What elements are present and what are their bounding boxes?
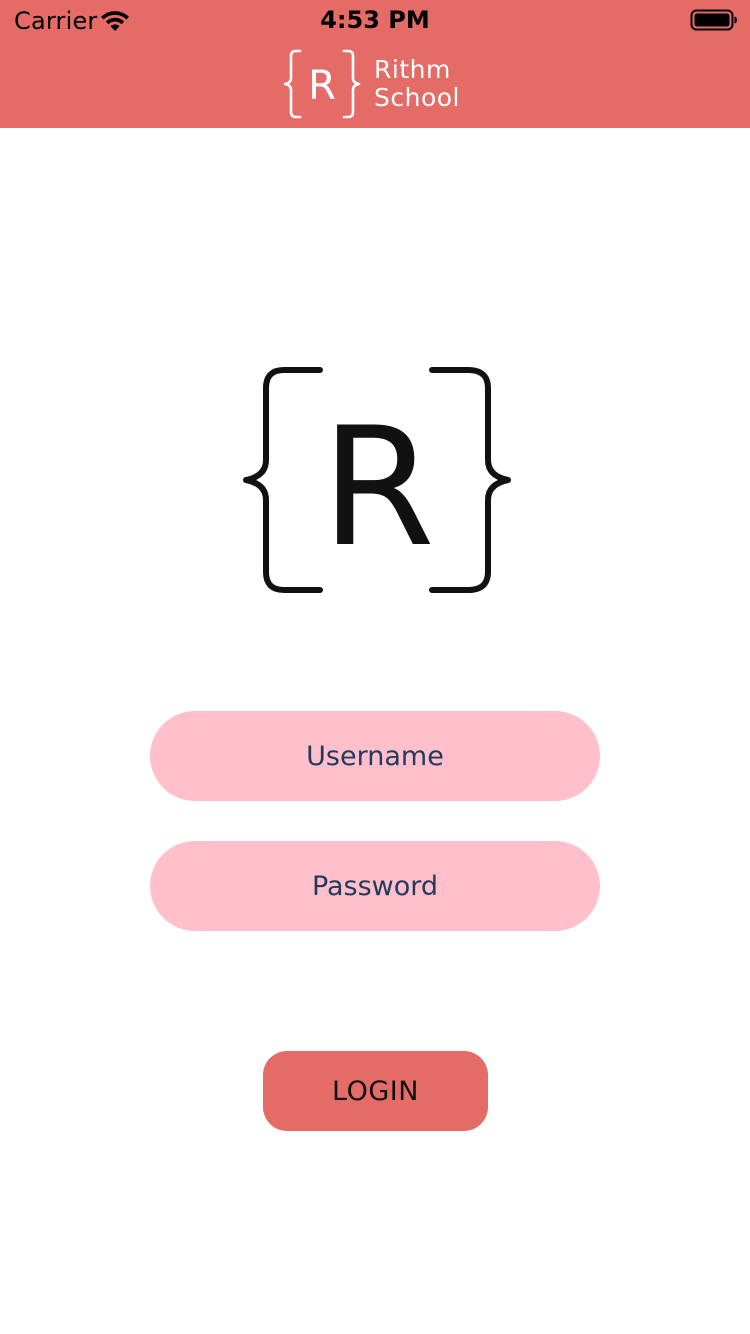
status-bar: Carrier 4:53 PM bbox=[0, 0, 750, 40]
header-brace-logo-icon: R bbox=[283, 49, 361, 119]
password-field[interactable] bbox=[150, 841, 600, 931]
brand-name-line1: Rithm bbox=[374, 55, 451, 84]
rithm-logo-icon: R bbox=[243, 367, 511, 593]
login-button[interactable]: LOGIN bbox=[263, 1051, 488, 1131]
battery-icon bbox=[690, 9, 737, 31]
status-time: 4:53 PM bbox=[320, 6, 430, 34]
username-field[interactable] bbox=[150, 711, 600, 801]
brand-name-line2: School bbox=[374, 83, 460, 112]
app-header: Carrier 4:53 PM R Rithm School bbox=[0, 0, 750, 128]
header-logo-letter: R bbox=[308, 63, 336, 109]
logo-letter: R bbox=[321, 392, 435, 583]
header-logo: R Rithm School bbox=[282, 48, 472, 120]
